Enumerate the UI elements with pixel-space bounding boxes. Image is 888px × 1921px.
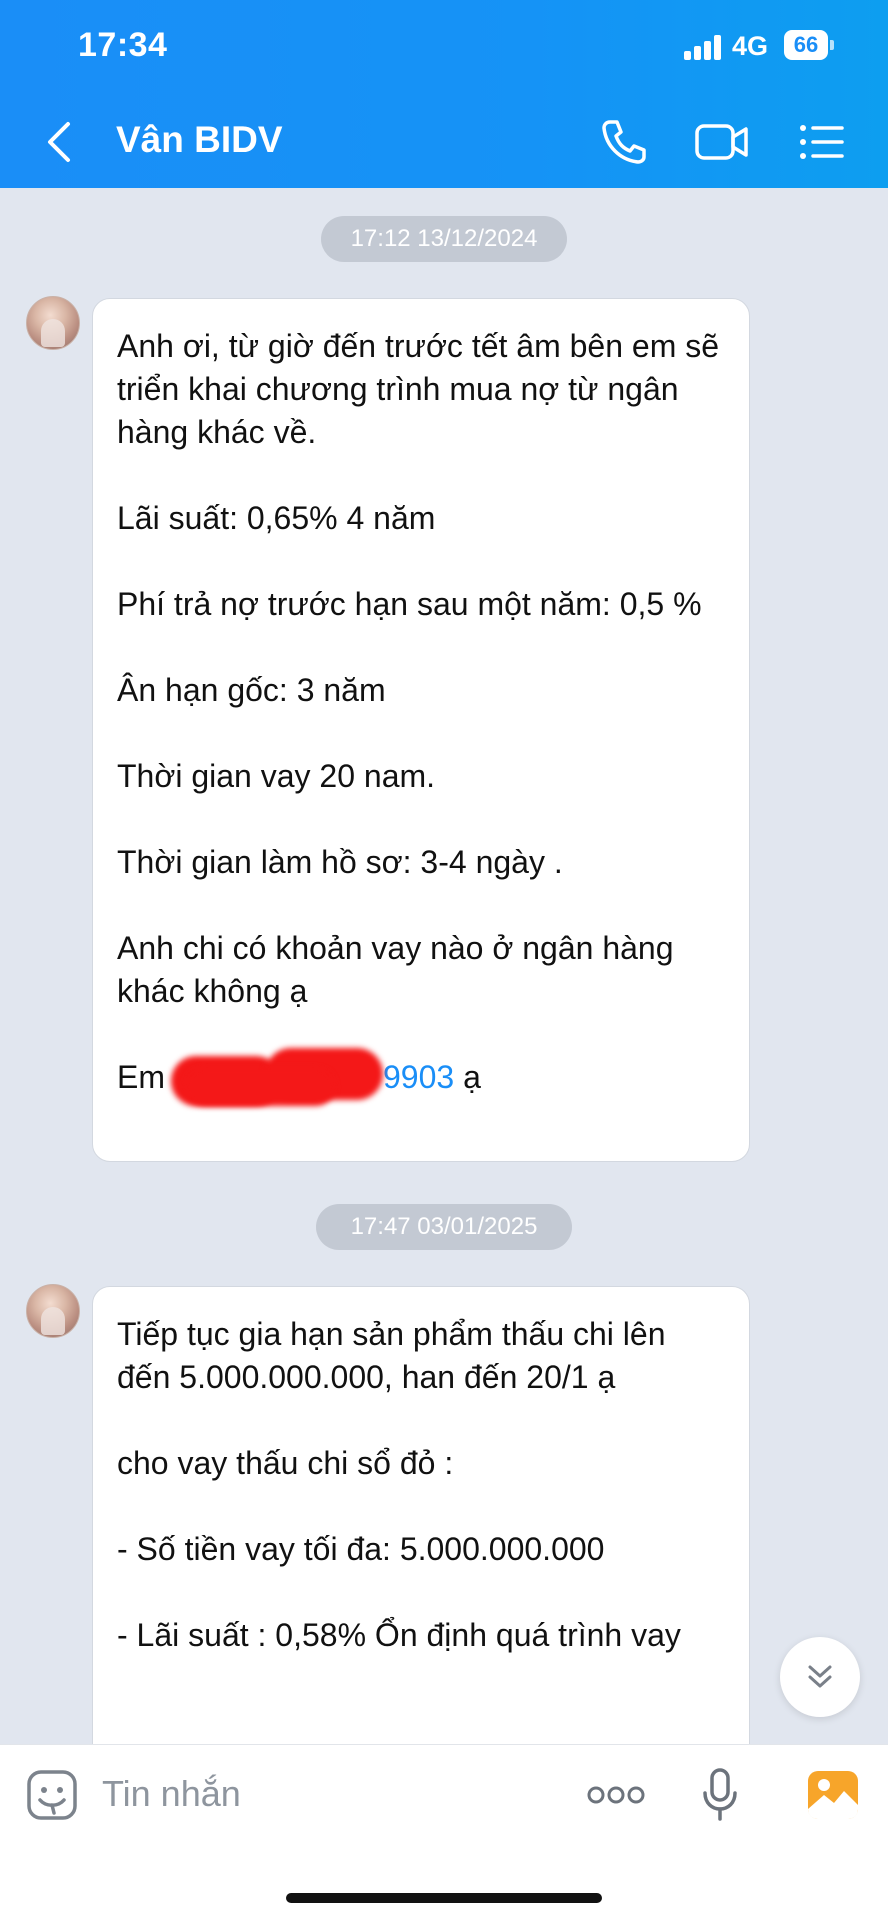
message-bubble[interactable]: Tiếp tục gia hạn sản phẩm thấu chi lên đ… [92, 1286, 750, 1806]
phone-number-link[interactable]: 9903 [383, 1059, 454, 1095]
microphone-icon[interactable] [700, 1767, 740, 1823]
message-text: Em [117, 1059, 165, 1095]
message-text: Anh chi có khoản vay nào ở ngân hàng khá… [117, 930, 674, 1009]
message-bubble[interactable]: Anh ơi, từ giờ đến trước tết âm bên em s… [92, 298, 750, 1162]
chat-header: 17:34 4G 66 Vân BIDV [0, 0, 888, 188]
message-text: Thời gian vay 20 nam. [117, 758, 436, 794]
battery-level: 66 [784, 30, 828, 60]
contact-name[interactable]: Vân BIDV [116, 119, 283, 161]
avatar[interactable] [26, 296, 80, 350]
double-chevron-down-icon [808, 1665, 832, 1688]
message-text: Thời gian làm hồ sơ: 3-4 ngày . [117, 844, 563, 880]
message-text: Anh ơi, từ giờ đến trước tết âm bên em s… [117, 328, 720, 450]
message-text: Ân hạn gốc: 3 năm [117, 672, 386, 708]
avatar[interactable] [26, 1284, 80, 1338]
message-text: - Số tiền vay tối đa: 5.000.000.000 [117, 1531, 605, 1567]
battery-icon: 66 [784, 30, 834, 60]
message-text: - Lãi suất : 0,58% Ổn định quá trình vay [117, 1617, 681, 1653]
status-time: 17:34 [78, 26, 168, 64]
message-last-line: Em 9903 ạ [117, 1047, 725, 1106]
list-menu-icon[interactable] [798, 116, 846, 168]
scroll-to-bottom-button[interactable] [780, 1637, 860, 1717]
image-icon[interactable] [806, 1769, 860, 1821]
message-text: cho vay thấu chi sổ đỏ : [117, 1445, 454, 1481]
message-text: Tiếp tục gia hạn sản phẩm thấu chi lên đ… [117, 1316, 666, 1395]
sticker-icon[interactable] [26, 1769, 78, 1821]
network-type: 4G [732, 31, 769, 61]
message-text: Phí trả nợ trước hạn sau một năm: 0,5 % [117, 586, 702, 622]
video-camera-icon[interactable] [694, 116, 750, 168]
message-timestamp: 17:47 03/01/2025 [316, 1204, 572, 1250]
signal-strength-icon [684, 34, 724, 60]
message-input-bar: Tin nhắn [0, 1744, 888, 1921]
back-button[interactable] [44, 120, 74, 164]
redacted-phone-mark [165, 1047, 383, 1106]
home-indicator [286, 1893, 602, 1903]
phone-icon[interactable] [598, 116, 650, 168]
message-text: Lãi suất: 0,65% 4 năm [117, 500, 436, 536]
message-timestamp: 17:12 13/12/2024 [321, 216, 567, 262]
more-dots-icon[interactable] [586, 1783, 646, 1807]
message-input[interactable]: Tin nhắn [102, 1773, 241, 1815]
message-text: ạ [454, 1059, 481, 1095]
